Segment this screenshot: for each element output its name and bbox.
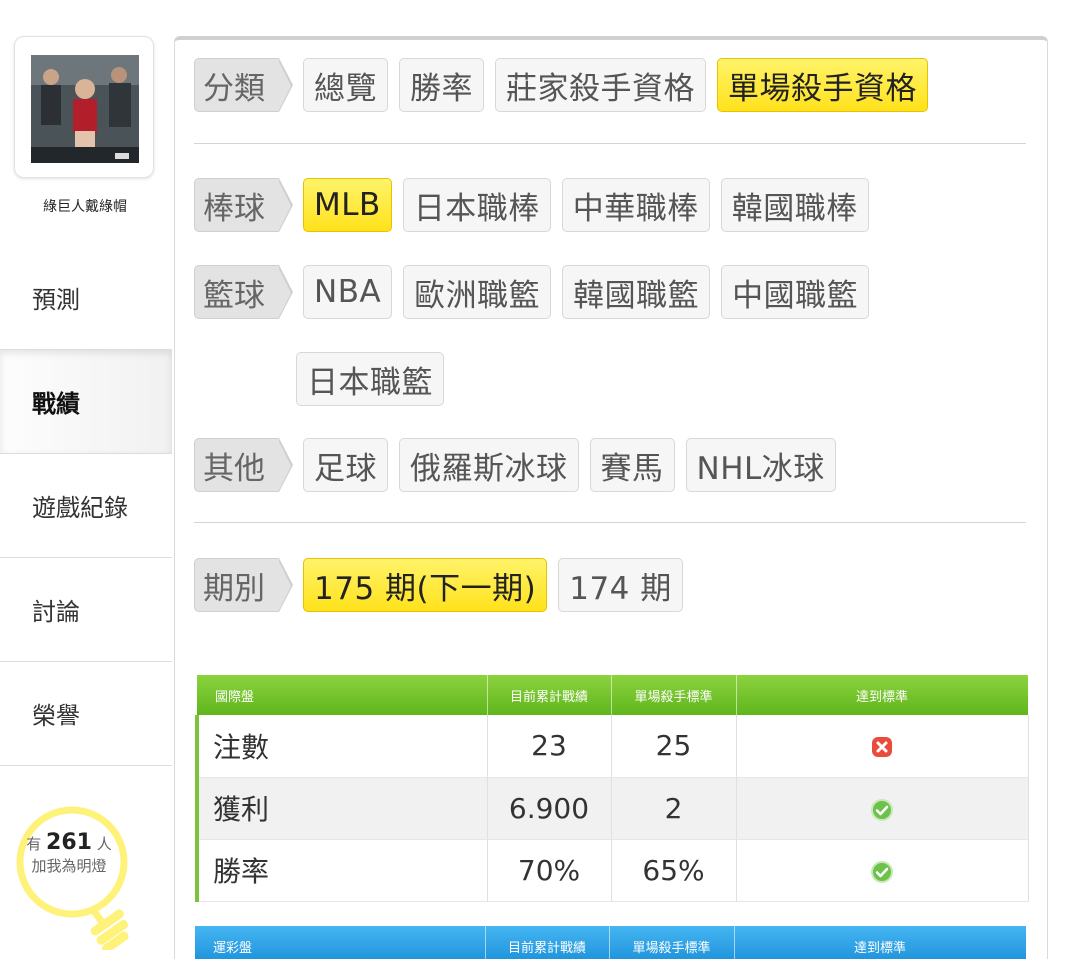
league-tab-khl[interactable]: 俄羅斯冰球	[399, 438, 579, 492]
bulb-prefix: 有	[26, 835, 42, 853]
category-filter-row: 分類 總覽 勝率 莊家殺手資格 單場殺手資格	[194, 56, 939, 114]
league-tab-mlb[interactable]: MLB	[303, 178, 392, 232]
period-filter-row: 期別 175 期(下一期) 174 期	[194, 556, 694, 614]
table-header: 目前累計戰績	[487, 675, 612, 715]
category-tab-win-rate[interactable]: 勝率	[399, 58, 484, 112]
basketball-label: 籃球	[194, 265, 293, 319]
table-header-row: 運彩盤 目前累計戰績 單場殺手標準 達到標準	[195, 926, 1027, 959]
nav-item-predict[interactable]: 預測	[0, 246, 172, 350]
other-filter-row: 其他 足球 俄羅斯冰球 賽馬 NHL冰球	[194, 436, 847, 494]
row-met	[736, 715, 1029, 778]
baseball-filter-row: 棒球 MLB 日本職棒 中華職棒 韓國職棒	[194, 176, 880, 234]
league-tab-kbo[interactable]: 韓國職棒	[720, 178, 869, 232]
row-name: 獲利	[195, 777, 488, 840]
bulb-count-text: 有 261 人 加我為明燈	[14, 832, 124, 877]
avatar[interactable]	[31, 55, 139, 163]
basketball-filter-row-2: 日本職籃	[296, 350, 455, 408]
table-header: 單場殺手標準	[611, 675, 737, 715]
league-tab-kbl[interactable]: 韓國職籃	[562, 265, 711, 319]
other-label: 其他	[194, 438, 293, 492]
divider	[194, 143, 1026, 144]
row-current: 70%	[487, 839, 612, 902]
baseball-label: 棒球	[194, 178, 293, 232]
divider	[194, 522, 1026, 523]
nav-item-label: 榮譽	[32, 702, 80, 730]
league-tab-horse-racing[interactable]: 賽馬	[589, 438, 675, 492]
league-tab-euroleague[interactable]: 歐洲職籃	[403, 265, 552, 319]
bulb-suffix: 人	[96, 835, 112, 853]
row-met	[736, 777, 1029, 840]
table-header: 運彩盤	[195, 926, 486, 959]
table-row: 勝率 70% 65%	[195, 839, 1029, 902]
period-tab-174[interactable]: 174 期	[558, 558, 683, 612]
row-current: 6.900	[487, 777, 612, 840]
category-label: 分類	[194, 58, 293, 112]
nav-item-record[interactable]: 戰績	[0, 350, 172, 454]
nav-item-label: 預測	[32, 286, 80, 314]
league-tab-nhl[interactable]: NHL冰球	[685, 438, 836, 492]
basketball-filter-row: 籃球 NBA 歐洲職籃 韓國職籃 中國職籃	[194, 263, 880, 321]
nav-item-game-log[interactable]: 遊戲紀錄	[0, 454, 172, 558]
intl-odds-table: 國際盤 目前累計戰績 單場殺手標準 達到標準 注數 23 25 獲利 6.900…	[195, 675, 1029, 902]
row-name: 注數	[195, 715, 488, 778]
row-standard: 65%	[611, 839, 737, 902]
bulb-count: 261	[46, 830, 92, 855]
category-tab-banker-killer[interactable]: 莊家殺手資格	[495, 58, 706, 112]
sports-lottery-table: 運彩盤 目前累計戰績 單場殺手標準 達到標準	[195, 926, 1027, 959]
league-tab-cpbl[interactable]: 中華職棒	[561, 178, 710, 232]
league-tab-cba[interactable]: 中國職籃	[721, 265, 870, 319]
row-met	[736, 839, 1029, 902]
category-tab-overview[interactable]: 總覽	[303, 58, 388, 112]
table-row: 獲利 6.900 2	[195, 777, 1029, 840]
avatar-card[interactable]	[14, 36, 154, 178]
table-header: 達到標準	[736, 675, 1029, 715]
nav-item-label: 遊戲紀錄	[32, 494, 128, 522]
period-tab-175[interactable]: 175 期(下一期)	[303, 558, 548, 612]
nav-item-discussion[interactable]: 討論	[0, 558, 172, 662]
row-name: 勝率	[195, 839, 488, 902]
table-header: 單場殺手標準	[609, 926, 735, 959]
league-tab-npb[interactable]: 日本職棒	[402, 178, 551, 232]
nav-item-honor[interactable]: 榮譽	[0, 662, 172, 766]
check-icon	[871, 798, 893, 821]
table-header: 目前累計戰績	[485, 926, 610, 959]
period-label: 期別	[194, 558, 293, 612]
row-standard: 2	[611, 777, 737, 840]
category-tab-single-killer[interactable]: 單場殺手資格	[717, 58, 928, 112]
table-header: 達到標準	[734, 926, 1027, 959]
row-current: 23	[487, 715, 612, 778]
nav-item-label: 戰績	[32, 390, 80, 418]
table-header-row: 國際盤 目前累計戰績 單場殺手標準 達到標準	[197, 675, 1029, 715]
league-tab-nba[interactable]: NBA	[303, 265, 393, 319]
row-standard: 25	[611, 715, 737, 778]
table-row: 注數 23 25	[195, 715, 1029, 778]
check-icon	[871, 860, 893, 883]
nav-item-label: 討論	[32, 598, 80, 626]
league-tab-soccer[interactable]: 足球	[303, 438, 388, 492]
table-header: 國際盤	[197, 675, 488, 715]
bulb-caption: 加我為明燈	[31, 857, 107, 875]
fail-icon	[872, 737, 892, 758]
username[interactable]: 綠巨人戴綠帽	[0, 196, 170, 216]
league-tab-bleague[interactable]: 日本職籃	[296, 352, 444, 406]
sidebar: 綠巨人戴綠帽 預測 戰績 遊戲紀錄 討論 榮譽 有 261 人 加我為明燈	[0, 0, 172, 959]
